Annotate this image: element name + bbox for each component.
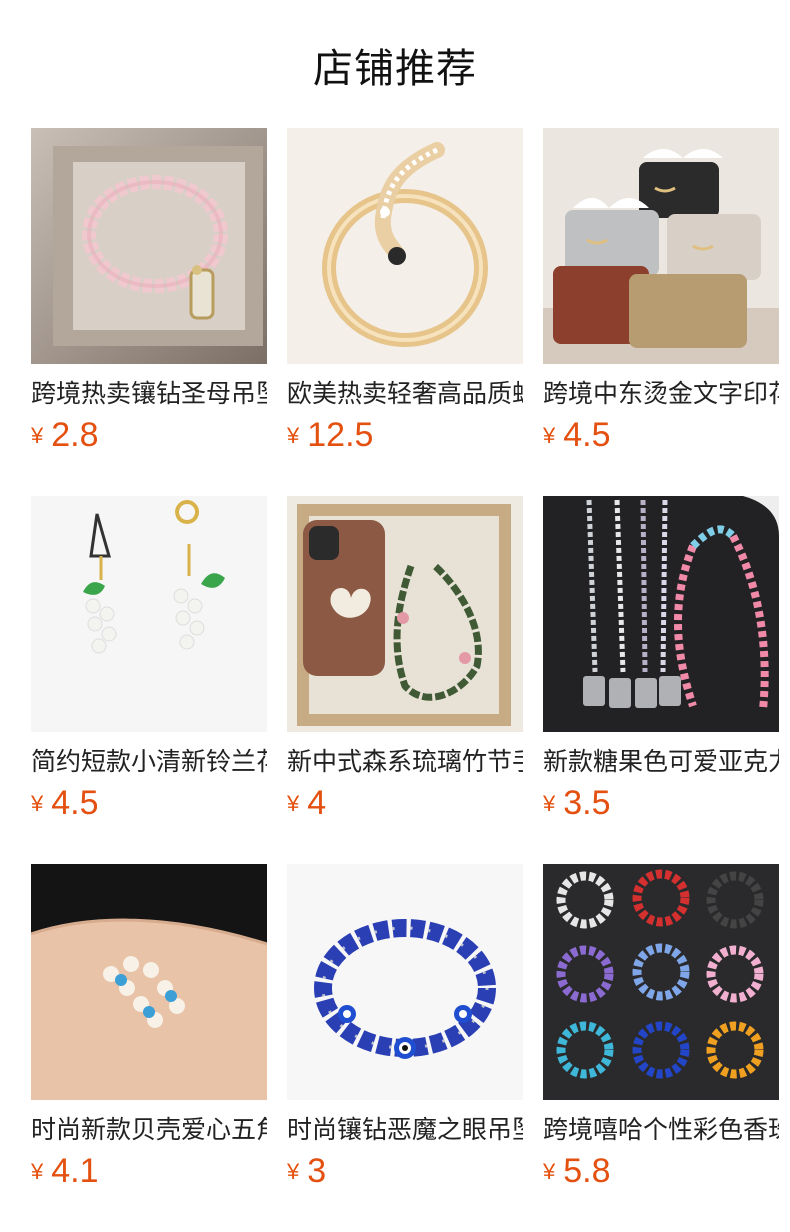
product-price: ¥4.5 (543, 416, 611, 455)
price-value: 4.5 (563, 416, 611, 454)
product-price: ¥5.8 (543, 1152, 611, 1191)
product-name[interactable]: 欧美热卖轻奢高品质蛇形手镯 (287, 378, 523, 410)
product-name[interactable]: 新中式森系琉璃竹节手机链 (287, 746, 523, 778)
currency-symbol: ¥ (543, 423, 556, 448)
product-image-colorful-bead-bracelets[interactable] (543, 864, 779, 1100)
currency-symbol: ¥ (31, 791, 44, 816)
product-name[interactable]: 跨境热卖镶钻圣母吊坠手链 (31, 378, 267, 410)
currency-symbol: ¥ (543, 1159, 556, 1184)
product-image-evil-eye-bracelet[interactable] (287, 864, 523, 1100)
product-name[interactable]: 跨境嘻哈个性彩色香珠手链 (543, 1114, 779, 1146)
product-price: ¥4.5 (31, 784, 99, 823)
product-card[interactable]: 时尚镶钻恶魔之眼吊坠手链 ¥3 (287, 864, 523, 1232)
currency-symbol: ¥ (31, 423, 44, 448)
product-card[interactable]: 跨境中东烫金文字印花纸巾盒 ¥4.5 (543, 128, 779, 496)
currency-symbol: ¥ (287, 1159, 300, 1184)
product-image-bamboo-phone-chain[interactable] (287, 496, 523, 732)
product-name[interactable]: 时尚新款贝壳爱心五角星手链 (31, 1114, 267, 1146)
product-name[interactable]: 简约短款小清新铃兰花手机挂绳 (31, 746, 267, 778)
product-price: ¥2.8 (31, 416, 99, 455)
currency-symbol: ¥ (287, 791, 300, 816)
product-image-lily-of-valley-charms[interactable] (31, 496, 267, 732)
product-price: ¥12.5 (287, 416, 373, 455)
product-card[interactable]: 新中式森系琉璃竹节手机链 ¥4 (287, 496, 523, 864)
price-value: 4.5 (51, 784, 99, 822)
price-value: 4.1 (51, 1152, 99, 1190)
product-price: ¥4 (287, 784, 326, 823)
product-price: ¥4.1 (31, 1152, 99, 1191)
product-name[interactable]: 跨境中东烫金文字印花纸巾盒 (543, 378, 779, 410)
product-price: ¥3 (287, 1152, 326, 1191)
price-value: 5.8 (563, 1152, 611, 1190)
product-card[interactable]: 新款糖果色可爱亚克力手机挂绳 ¥3.5 (543, 496, 779, 864)
currency-symbol: ¥ (287, 423, 300, 448)
currency-symbol: ¥ (543, 791, 556, 816)
product-card[interactable]: 时尚新款贝壳爱心五角星手链 ¥4.1 (31, 864, 267, 1232)
price-value: 2.8 (51, 416, 99, 454)
product-image-candy-phone-lanyards[interactable] (543, 496, 779, 732)
product-name[interactable]: 时尚镶钻恶魔之眼吊坠手链 (287, 1114, 523, 1146)
price-value: 4 (307, 784, 327, 822)
product-grid: 跨境热卖镶钻圣母吊坠手链 ¥2.8 欧美热卖轻奢高品质蛇形手镯 ¥12.5 (31, 128, 779, 1232)
product-price: ¥3.5 (543, 784, 611, 823)
product-card[interactable]: 欧美热卖轻奢高品质蛇形手镯 ¥12.5 (287, 128, 523, 496)
price-value: 3.5 (563, 784, 611, 822)
product-image-pink-crystal-bracelet[interactable] (31, 128, 267, 364)
product-card[interactable]: 跨境热卖镶钻圣母吊坠手链 ¥2.8 (31, 128, 267, 496)
price-value: 12.5 (307, 416, 374, 454)
product-image-gold-snake-bangle[interactable] (287, 128, 523, 364)
product-image-leather-tissue-boxes[interactable] (543, 128, 779, 364)
page-title: 店铺推荐 (313, 46, 477, 92)
product-image-shell-star-bracelets[interactable] (31, 864, 267, 1100)
product-name[interactable]: 新款糖果色可爱亚克力手机挂绳 (543, 746, 779, 778)
currency-symbol: ¥ (31, 1159, 44, 1184)
product-card[interactable]: 跨境嘻哈个性彩色香珠手链 ¥5.8 (543, 864, 779, 1232)
product-card[interactable]: 简约短款小清新铃兰花手机挂绳 ¥4.5 (31, 496, 267, 864)
price-value: 3 (307, 1152, 327, 1190)
